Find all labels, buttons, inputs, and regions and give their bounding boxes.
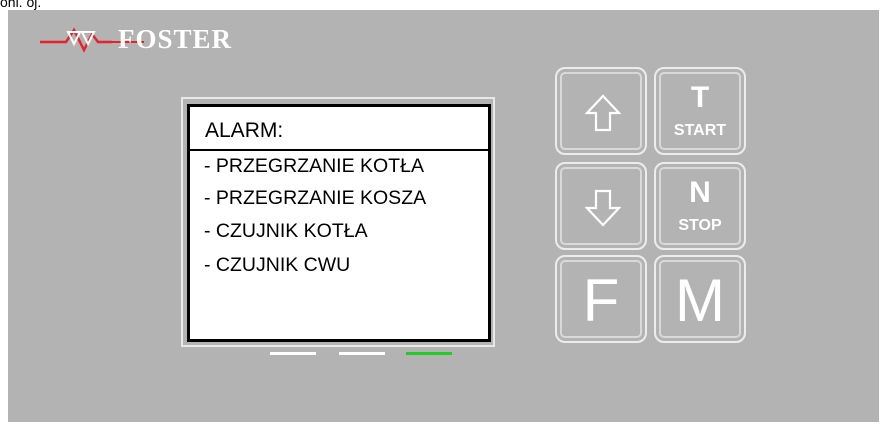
logo-text: FOSTER — [118, 24, 233, 54]
screen-divider — [190, 149, 488, 151]
status-led-2 — [339, 352, 385, 355]
start-button-letter: T — [690, 81, 710, 114]
alarm-item: - CZUJNIK KOTŁA — [204, 220, 368, 242]
up-button[interactable] — [555, 67, 647, 155]
stop-button-label: STOP — [678, 217, 722, 234]
start-button[interactable]: T START — [654, 67, 746, 155]
down-button[interactable] — [555, 162, 647, 250]
alarm-item: - PRZEGRZANIE KOTŁA — [204, 155, 424, 177]
screen-title: ALARM: — [205, 119, 284, 142]
start-button-label: START — [673, 122, 727, 139]
foster-logo: FOSTER — [32, 20, 272, 56]
f-button-label: F — [582, 267, 620, 334]
arrow-down-icon — [585, 189, 621, 227]
f-button[interactable]: F — [555, 255, 647, 343]
stop-button[interactable]: N STOP — [654, 162, 746, 250]
top-caption: onl. oj. — [0, 0, 42, 10]
alarm-item: - PRZEGRZANIE KOSZA — [204, 187, 427, 209]
alarm-item: - CZUJNIK CWU — [204, 254, 351, 276]
m-button-label: M — [675, 267, 725, 334]
m-button[interactable]: M — [654, 255, 746, 343]
status-led-1 — [270, 352, 316, 355]
stop-button-letter: N — [689, 176, 711, 209]
status-led-3 — [406, 352, 452, 355]
page: onl. oj. FOSTER ALARM: - PRZEGRZANIE KOT… — [0, 0, 889, 425]
arrow-up-icon — [585, 94, 621, 132]
